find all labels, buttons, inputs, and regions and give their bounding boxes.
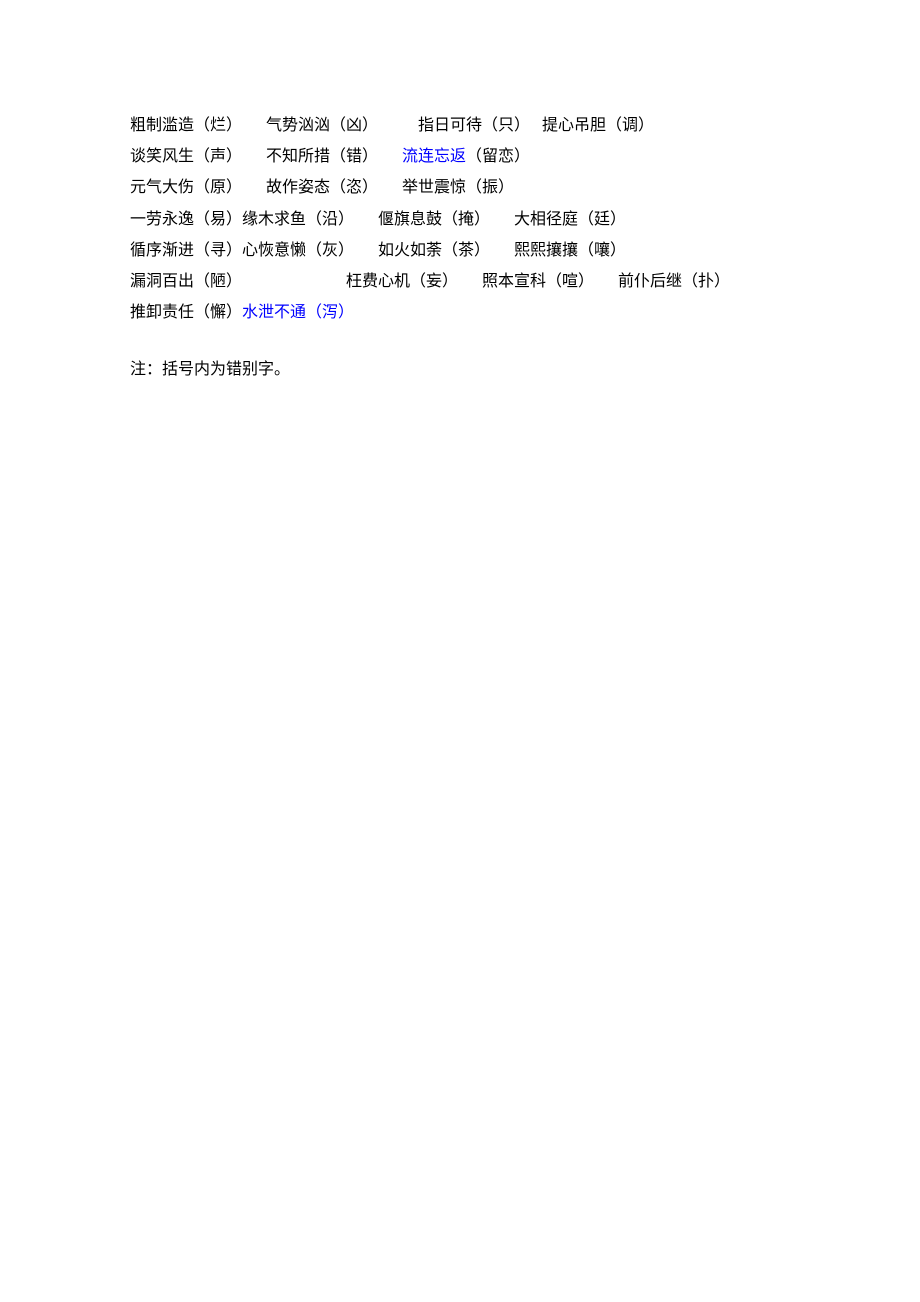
text-line: 循序渐进（寻）心恢意懒（灰） 如火如荼（茶） 熙熙攘攘（嚷）: [130, 235, 790, 266]
text-segment: （留恋）: [466, 148, 530, 165]
text-line: 一劳永逸（易）缘木求鱼（沿） 偃旗息鼓（掩） 大相径庭（廷）: [130, 204, 790, 235]
text-line: 粗制滥造（烂） 气势汹汹（凶） 指日可待（只） 提心吊胆（调）: [130, 110, 790, 141]
text-segment: 循序渐进（寻）心恢意懒（灰） 如火如荼（茶） 熙熙攘攘（嚷）: [130, 242, 626, 259]
text-segment: 推卸责任（懈）: [130, 304, 242, 321]
text-segment: 元气大伤（原） 故作姿态（恣） 举世震惊（振）: [130, 179, 514, 196]
text-line: 元气大伤（原） 故作姿态（恣） 举世震惊（振）: [130, 172, 790, 203]
document-page: 粗制滥造（烂） 气势汹汹（凶） 指日可待（只） 提心吊胆（调） 谈笑风生（声） 不…: [0, 0, 920, 386]
text-segment: 漏洞百出（陋） 枉费心机（妄） 照本宣科（喧） 前仆后继（扑）: [130, 273, 730, 290]
text-line: 谈笑风生（声） 不知所措（错） 流连忘返（留恋）: [130, 141, 790, 172]
text-line: 漏洞百出（陋） 枉费心机（妄） 照本宣科（喧） 前仆后继（扑）: [130, 266, 790, 297]
text-segment: 粗制滥造（烂） 气势汹汹（凶） 指日可待（只） 提心吊胆（调）: [130, 117, 654, 134]
text-segment: 水泄不通（泻）: [242, 304, 354, 321]
text-segment: 流连忘返: [402, 148, 466, 165]
footnote: 注：括号内为错别字。: [130, 354, 790, 385]
text-segment: 谈笑风生（声） 不知所措（错）: [130, 148, 402, 165]
text-line: 推卸责任（懈）水泄不通（泻）: [130, 297, 790, 328]
text-segment: 一劳永逸（易）缘木求鱼（沿） 偃旗息鼓（掩） 大相径庭（廷）: [130, 211, 626, 228]
idiom-lines: 粗制滥造（烂） 气势汹汹（凶） 指日可待（只） 提心吊胆（调） 谈笑风生（声） 不…: [130, 110, 790, 328]
